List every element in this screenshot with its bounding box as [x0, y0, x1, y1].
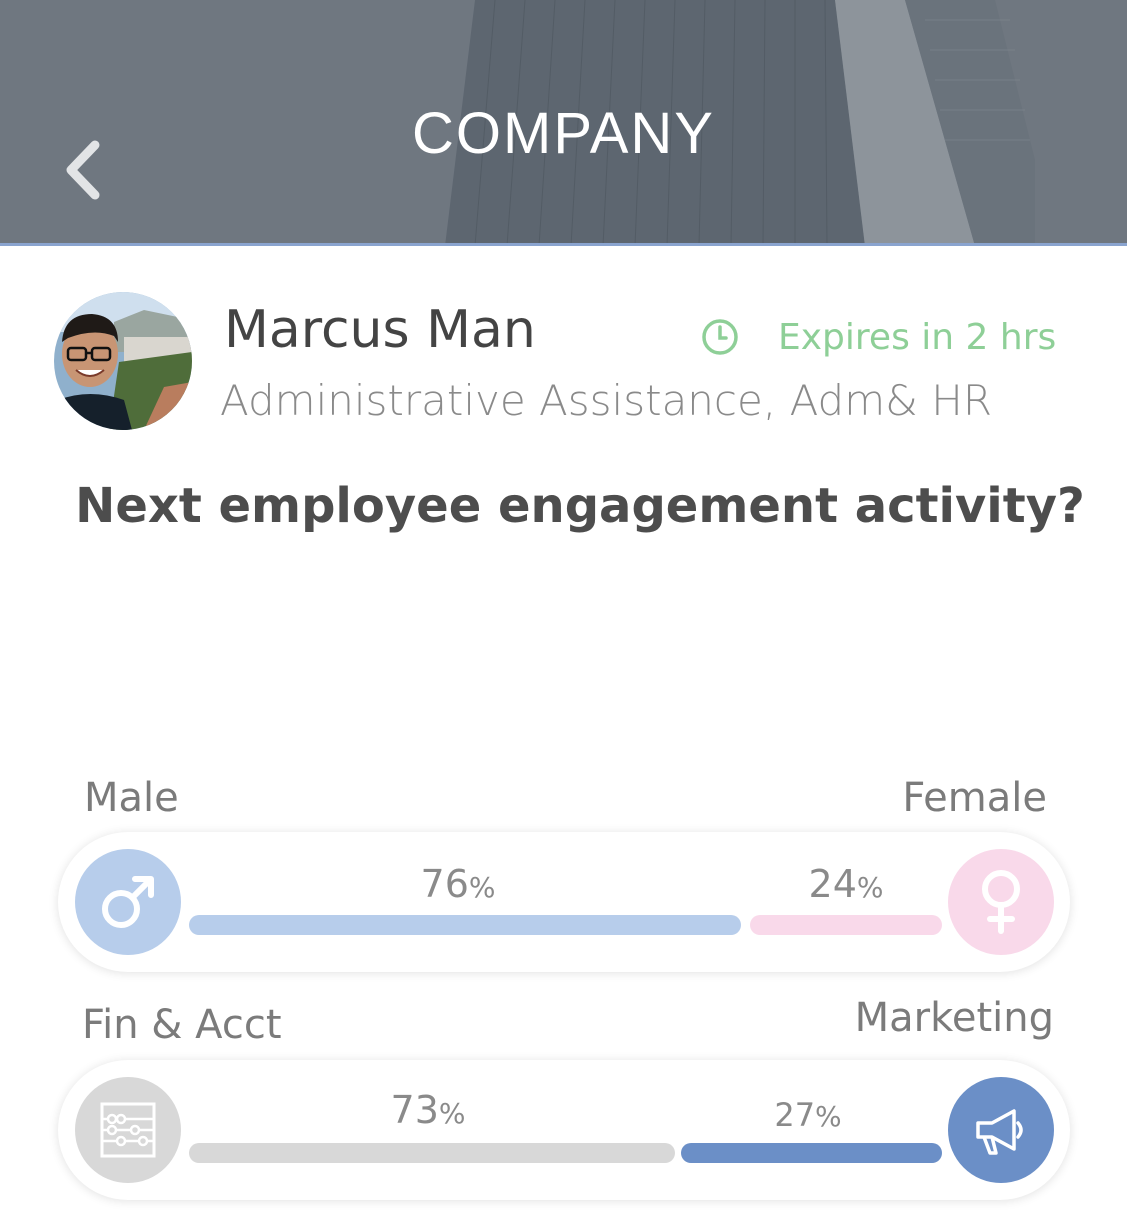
female-result-bar — [750, 915, 942, 935]
poll-card-department: 73% 27% — [58, 1060, 1070, 1200]
expiry-indicator: Expires in 2 hrs — [700, 312, 1056, 362]
poll-right-label: Female — [902, 775, 1047, 821]
marketing-option-button[interactable] — [948, 1077, 1054, 1183]
expiry-text: Expires in 2 hrs — [778, 316, 1057, 358]
female-option-button[interactable] — [948, 849, 1054, 955]
female-symbol-icon — [982, 870, 1020, 934]
male-result-bar — [189, 915, 741, 935]
avatar-photo — [54, 292, 192, 430]
poll-card-gender: 76% 24% — [58, 832, 1070, 972]
avatar[interactable] — [54, 292, 192, 430]
male-symbol-icon — [102, 876, 154, 928]
poll-left-label: Fin & Acct — [82, 1002, 282, 1048]
header-accent-line — [0, 243, 1127, 246]
abacus-icon — [100, 1102, 156, 1158]
clock-icon — [702, 319, 738, 355]
back-button[interactable] — [55, 135, 115, 205]
page-title: COMPANY — [412, 101, 715, 166]
megaphone-icon — [976, 1109, 1023, 1155]
male-percentage: 76% — [420, 862, 496, 906]
marketing-percentage: 27% — [774, 1096, 842, 1134]
female-percentage: 24% — [808, 862, 884, 906]
author-role: Administrative Assistance, Adm& HR — [220, 376, 992, 425]
marketing-result-bar — [681, 1143, 942, 1163]
male-option-button[interactable] — [75, 849, 181, 955]
author-name: Marcus Man — [224, 300, 536, 360]
poll-right-label: Marketing — [854, 995, 1054, 1041]
chevron-left-icon — [66, 140, 100, 200]
poll-question: Next employee engagement activity? — [75, 478, 1085, 534]
poll-left-label: Male — [84, 775, 179, 821]
fin-acct-option-button[interactable] — [75, 1077, 181, 1183]
fin-acct-percentage: 73% — [390, 1088, 466, 1132]
header-banner: COMPANY — [0, 0, 1127, 246]
fin-acct-result-bar — [189, 1143, 675, 1163]
